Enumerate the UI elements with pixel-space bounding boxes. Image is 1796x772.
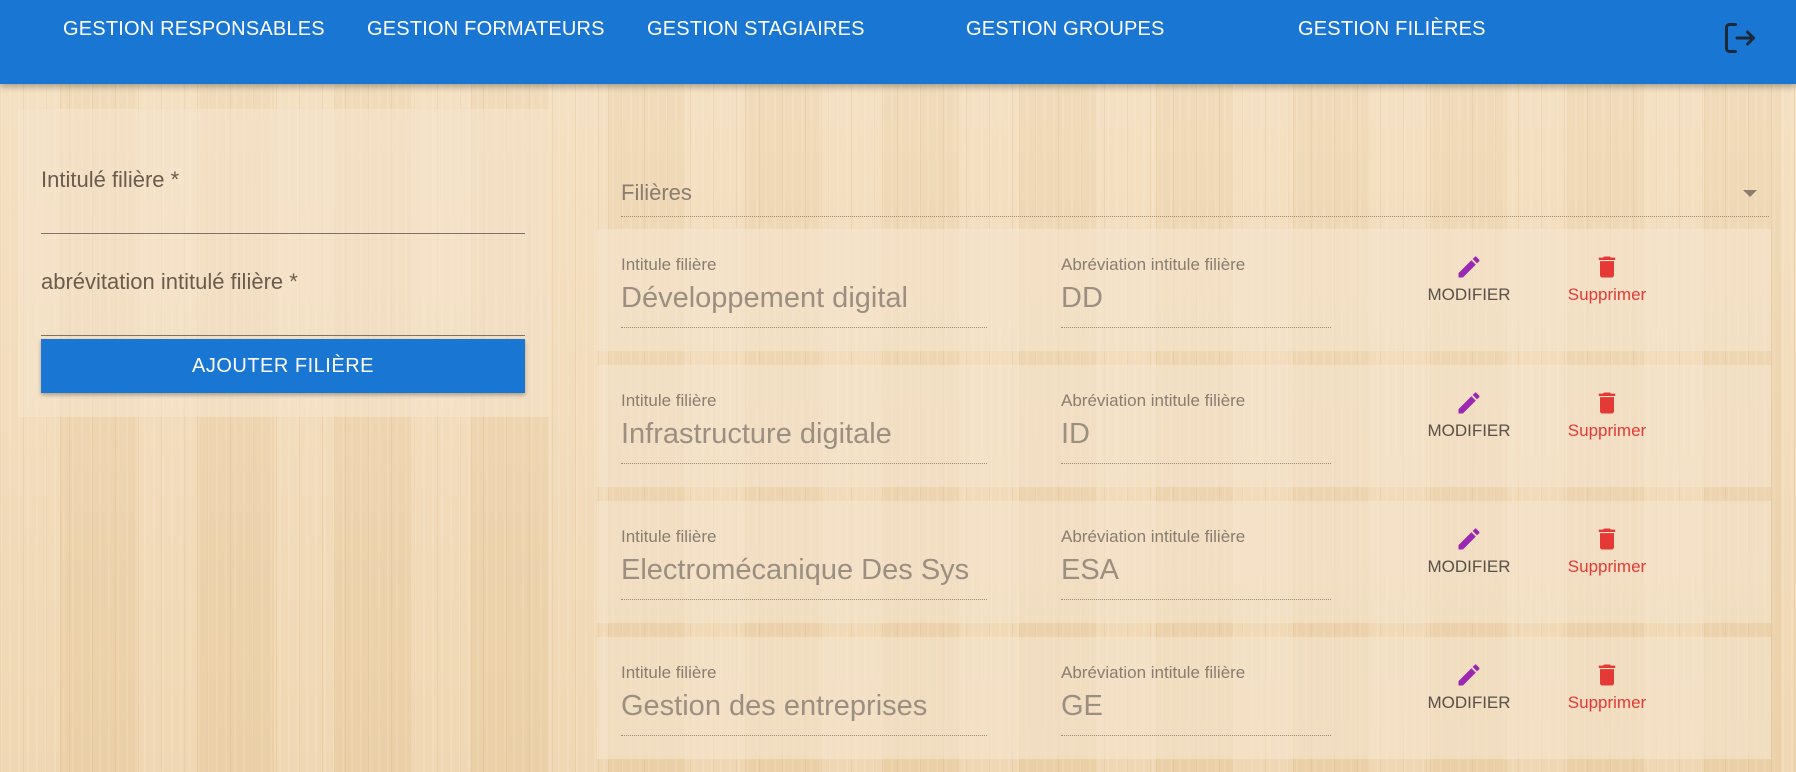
ajouter-filiere-button[interactable]: AJOUTER FILIÈRE [41, 339, 525, 393]
trash-icon [1598, 256, 1616, 278]
intitule-value[interactable]: Infrastructure digitale [621, 418, 987, 451]
modifier-label: MODIFIER [1427, 421, 1511, 440]
nav-gestion-stagiaires[interactable]: GESTION STAGIAIRES [647, 18, 865, 41]
add-filiere-form: Intitulé filière * abrévitation intitulé… [18, 109, 549, 417]
supprimer-label: Supprimer [1567, 557, 1647, 576]
intitule-column-label: Intitule filière [621, 391, 717, 410]
nav-gestion-filieres[interactable]: GESTION FILIÈRES [1298, 18, 1486, 41]
intitule-value[interactable]: Electromécanique Des Sys [621, 554, 987, 587]
abreviation-column-label: Abréviation intitule filière [1061, 663, 1246, 682]
abreviation-underline [1061, 735, 1331, 736]
pencil-icon [1458, 256, 1480, 278]
intitule-underline [621, 599, 987, 600]
filieres-select-label: Filières [621, 180, 692, 205]
intitule-filiere-underline [41, 233, 525, 234]
abreviation-underline [1061, 463, 1331, 464]
abreviation-column-label: Abréviation intitule filière [1061, 391, 1246, 410]
intitule-underline [621, 735, 987, 736]
supprimer-label: Supprimer [1567, 421, 1647, 440]
supprimer-button[interactable]: Supprimer [1557, 389, 1657, 441]
pencil-icon [1458, 664, 1480, 686]
supprimer-button[interactable]: Supprimer [1557, 253, 1657, 305]
top-navbar: GESTION RESPONSABLES GESTION FORMATEURS … [0, 0, 1796, 84]
trash-icon [1598, 664, 1616, 686]
supprimer-button[interactable]: Supprimer [1557, 661, 1657, 713]
supprimer-label: Supprimer [1567, 285, 1647, 304]
intitule-underline [621, 463, 987, 464]
abreviation-underline [1061, 599, 1331, 600]
logout-icon[interactable] [1722, 20, 1758, 56]
abreviation-value[interactable]: GE [1061, 690, 1331, 723]
dropdown-arrow-icon [1743, 190, 1757, 197]
intitule-value[interactable]: Développement digital [621, 282, 987, 315]
abreviation-value[interactable]: ID [1061, 418, 1331, 451]
abreviation-value[interactable]: ESA [1061, 554, 1331, 587]
supprimer-button[interactable]: Supprimer [1557, 525, 1657, 577]
abreviation-filiere-input[interactable] [41, 299, 529, 335]
filiere-row: Intitule filière Electromécanique Des Sy… [597, 501, 1771, 623]
filieres-select[interactable]: Filières [621, 168, 1769, 217]
abreviation-value[interactable]: DD [1061, 282, 1331, 315]
intitule-column-label: Intitule filière [621, 255, 717, 274]
abreviation-column-label: Abréviation intitule filière [1061, 255, 1246, 274]
abreviation-column-label: Abréviation intitule filière [1061, 527, 1246, 546]
modifier-button[interactable]: MODIFIER [1419, 661, 1519, 713]
modifier-button[interactable]: MODIFIER [1419, 389, 1519, 441]
modifier-label: MODIFIER [1427, 557, 1511, 576]
intitule-underline [621, 327, 987, 328]
pencil-icon [1458, 392, 1480, 414]
modifier-label: MODIFIER [1427, 693, 1511, 712]
intitule-value[interactable]: Gestion des entreprises [621, 690, 987, 723]
intitule-filiere-input[interactable] [41, 197, 529, 233]
intitule-filiere-label: Intitulé filière * [41, 167, 180, 192]
intitule-column-label: Intitule filière [621, 527, 717, 546]
abreviation-underline [1061, 327, 1331, 328]
nav-gestion-formateurs[interactable]: GESTION FORMATEURS [367, 18, 605, 41]
nav-gestion-groupes[interactable]: GESTION GROUPES [966, 18, 1165, 41]
trash-icon [1598, 528, 1616, 550]
supprimer-label: Supprimer [1567, 693, 1647, 712]
modifier-button[interactable]: MODIFIER [1419, 253, 1519, 305]
filiere-row: Intitule filière Développement digital A… [597, 229, 1771, 351]
nav-gestion-responsables[interactable]: GESTION RESPONSABLES [63, 18, 325, 41]
filiere-row: Intitule filière Infrastructure digitale… [597, 365, 1771, 487]
modifier-label: MODIFIER [1427, 285, 1511, 304]
abreviation-filiere-underline [41, 335, 525, 336]
intitule-column-label: Intitule filière [621, 663, 717, 682]
modifier-button[interactable]: MODIFIER [1419, 525, 1519, 577]
abreviation-filiere-label: abrévitation intitulé filière * [41, 269, 298, 294]
pencil-icon [1458, 528, 1480, 550]
trash-icon [1598, 392, 1616, 414]
filiere-row: Intitule filière Gestion des entreprises… [597, 637, 1771, 759]
